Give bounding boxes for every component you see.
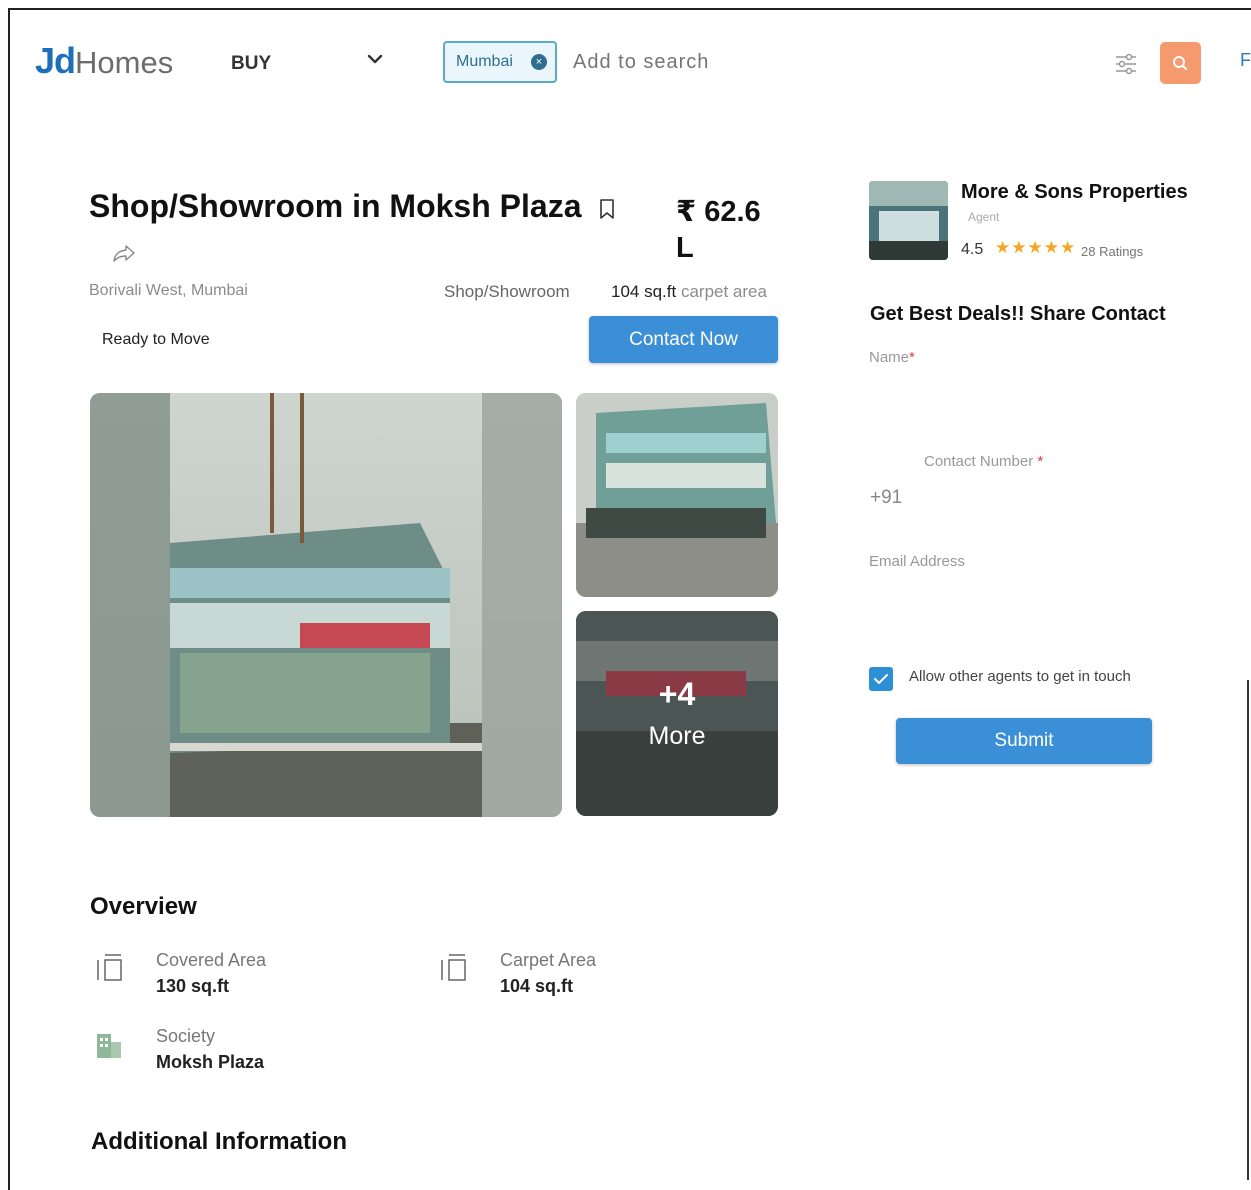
name-field-label: Name* (869, 349, 915, 366)
area-icon (441, 954, 466, 981)
checkmark-icon (874, 674, 888, 684)
property-photo-thumb[interactable] (576, 393, 778, 597)
main-property-photo[interactable] (90, 393, 562, 817)
logo-homes: Homes (75, 45, 174, 80)
phone-prefix[interactable]: +91 (870, 487, 902, 509)
right-edge-line (1247, 680, 1249, 1180)
listing-title: Shop/Showroom in Moksh Plaza (89, 188, 582, 224)
additional-info-heading: Additional Information (91, 1128, 347, 1155)
society-value: Moksh Plaza (156, 1052, 265, 1072)
name-label-text: Name (869, 349, 910, 366)
society-label: Society (156, 1026, 216, 1046)
carpet-area-label: Carpet Area (500, 950, 597, 970)
form-heading: Get Best Deals!! Share Contact (870, 303, 1166, 325)
mode-select-label[interactable]: BUY (231, 53, 271, 75)
agent-photo-image (869, 181, 948, 260)
agent-photo[interactable] (869, 181, 948, 260)
header-cutoff-link[interactable]: F (1240, 50, 1251, 71)
area-icon (97, 954, 122, 981)
more-photo-image (576, 611, 778, 816)
chip-close-icon[interactable]: × (531, 54, 547, 70)
required-mark: * (1037, 453, 1044, 470)
email-field-label: Email Address (869, 553, 965, 570)
email-input[interactable] (869, 576, 1159, 626)
agent-name[interactable]: More & Sons Properties (961, 181, 1188, 204)
agent-role: Agent (968, 210, 1000, 224)
contact-now-button[interactable]: Contact Now (589, 316, 778, 363)
more-photos-count: +4 (658, 676, 696, 712)
agent-rating-value: 4.5 (961, 241, 984, 258)
bookmark-icon[interactable] (598, 198, 616, 220)
listing-location: Borivali West, Mumbai (89, 282, 248, 299)
carpet-area-summary: 104 sq.ft carpet area (611, 282, 767, 302)
chevron-down-icon[interactable] (366, 50, 384, 68)
name-input[interactable] (869, 372, 1159, 422)
covered-area-label: Covered Area (156, 950, 267, 970)
more-photos-label: More (648, 722, 706, 750)
area-value: 104 sq.ft (611, 282, 677, 301)
possession-status: Ready to Move (102, 331, 210, 348)
more-photos-tile[interactable] (576, 611, 778, 816)
filter-sliders-icon[interactable] (1114, 52, 1138, 76)
contact-label-text: Contact Number (924, 453, 1034, 470)
covered-area-value: 130 sq.ft (156, 976, 230, 996)
search-button[interactable] (1160, 42, 1201, 84)
city-chip-label: Mumbai (456, 53, 513, 70)
allow-agents-label[interactable]: Allow other agents to get in touch (909, 668, 1131, 685)
area-unit: carpet area (680, 282, 767, 301)
contact-number-input[interactable] (924, 478, 1159, 518)
logo-jd: Jd (35, 40, 76, 81)
contact-field-label: Contact Number * (924, 453, 1043, 470)
main-photo-image (90, 393, 562, 817)
building-icon (97, 1034, 121, 1058)
search-input[interactable] (573, 51, 973, 74)
carpet-area-value: 104 sq.ft (500, 976, 574, 996)
submit-button[interactable]: Submit (896, 718, 1152, 764)
share-icon[interactable] (112, 243, 136, 263)
search-icon (1173, 56, 1187, 70)
allow-agents-checkbox[interactable] (869, 667, 893, 691)
overview-heading: Overview (90, 893, 197, 920)
thumb-photo-image (576, 393, 778, 597)
listing-price: ₹ 62.6 L (676, 196, 761, 264)
ratings-count[interactable]: 28 Ratings (1081, 244, 1143, 259)
required-mark: * (909, 349, 915, 366)
property-type: Shop/Showroom (444, 282, 570, 301)
jdhomes-logo[interactable]: JdHomes (35, 40, 173, 82)
rating-stars-icon: ★★★★★ (995, 238, 1077, 257)
